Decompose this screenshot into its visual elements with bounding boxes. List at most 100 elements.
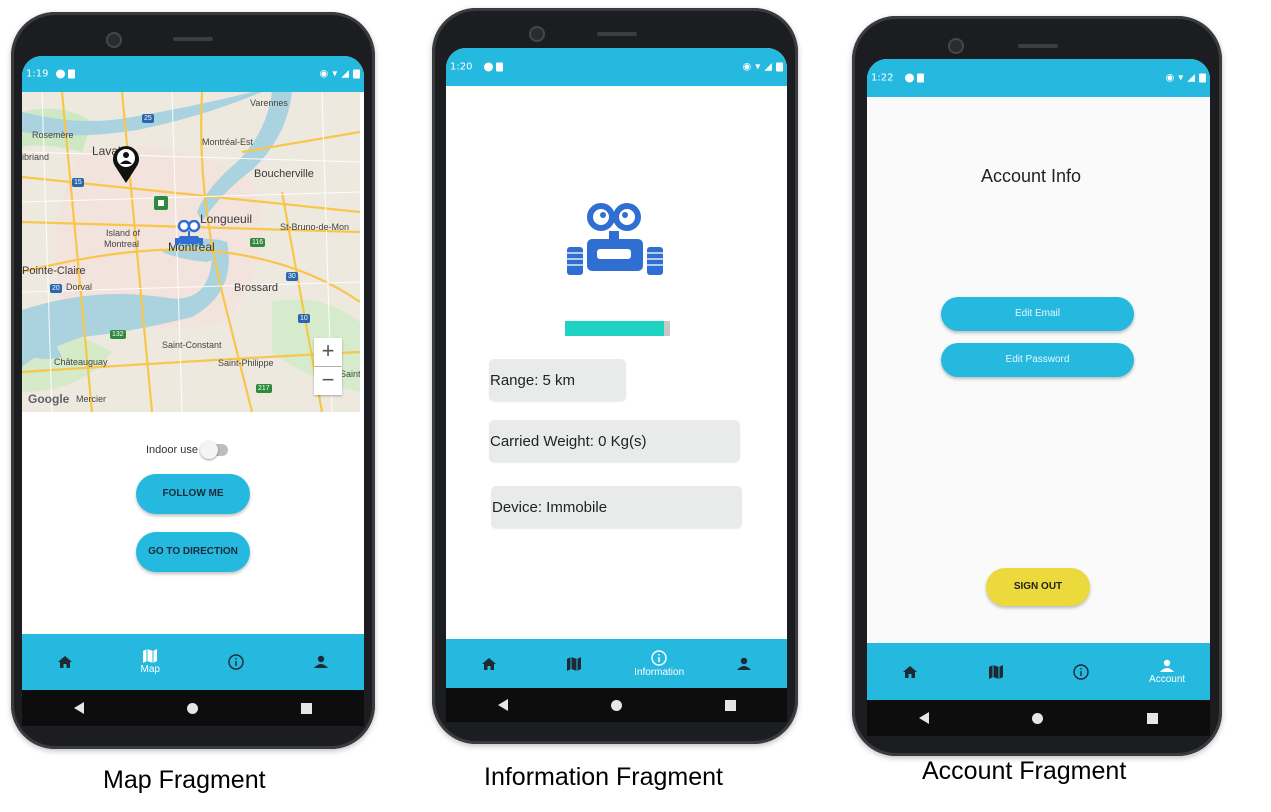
nav-home[interactable] bbox=[446, 639, 531, 688]
earpiece bbox=[1018, 44, 1058, 48]
status-time: 1:22 bbox=[871, 72, 894, 84]
zoom-out-button[interactable]: − bbox=[314, 367, 342, 395]
home-circle-icon[interactable] bbox=[186, 702, 198, 714]
camera-icon bbox=[529, 26, 545, 42]
status-right-icons: ◉ ▾ ◢ bbox=[320, 69, 360, 80]
location-icon: ◉ bbox=[742, 61, 752, 73]
battery-icon bbox=[1199, 73, 1206, 83]
sign-out-button[interactable]: SIGN OUT bbox=[986, 568, 1090, 606]
signal-icon: ◢ bbox=[341, 68, 349, 80]
carried-weight-text: Carried Weight: 0 Kg(s) bbox=[490, 432, 647, 450]
route-shield: 10 bbox=[298, 314, 310, 323]
indoor-use-switch[interactable] bbox=[199, 441, 228, 459]
nav-information[interactable]: Information bbox=[617, 639, 702, 688]
home-circle-icon[interactable] bbox=[610, 699, 622, 711]
edit-password-button[interactable]: Edit Password bbox=[941, 343, 1134, 377]
nav-account[interactable] bbox=[279, 634, 365, 690]
bottom-navigation: Account bbox=[867, 643, 1210, 700]
bottom-navigation: Map bbox=[22, 634, 364, 690]
map-label-rosemere: Rosemère bbox=[32, 130, 74, 140]
zoom-in-button[interactable]: + bbox=[314, 338, 342, 366]
map-label-mercier: Mercier bbox=[76, 394, 107, 404]
sd-card-icon bbox=[496, 62, 503, 72]
nav-map[interactable]: Map bbox=[108, 634, 194, 690]
nav-map-label: Map bbox=[140, 664, 160, 675]
map-label-boucherville: Boucherville bbox=[254, 168, 314, 180]
status-time: 1:19 bbox=[26, 68, 49, 80]
indoor-toggle-row: Indoor use bbox=[146, 441, 228, 459]
notification-icons bbox=[905, 73, 924, 83]
status-right-icons: ◉ ▾ ◢ bbox=[743, 62, 783, 73]
back-icon[interactable] bbox=[497, 699, 508, 711]
location-icon: ◉ bbox=[319, 68, 329, 80]
recents-icon[interactable] bbox=[301, 702, 313, 714]
nav-information[interactable] bbox=[1039, 643, 1125, 700]
bottom-navigation: Information bbox=[446, 639, 787, 688]
google-logo: Google bbox=[28, 392, 70, 406]
map-label-saint: Saint- bbox=[340, 369, 360, 379]
map-label-brossard: Brossard bbox=[234, 282, 279, 294]
home-circle-icon[interactable] bbox=[1032, 712, 1044, 724]
nav-information[interactable] bbox=[193, 634, 279, 690]
nav-map[interactable] bbox=[953, 643, 1039, 700]
person-icon bbox=[314, 655, 329, 668]
go-to-direction-button[interactable]: GO TO DIRECTION bbox=[136, 532, 250, 572]
map-label-saint-constant: Saint-Constant bbox=[162, 340, 222, 350]
map-label-briand: ibriand bbox=[22, 152, 50, 162]
follow-me-button[interactable]: FOLLOW ME bbox=[136, 474, 250, 514]
account-screen: 1:22 ◉ ▾ ◢ Account Info Edit Email Edit … bbox=[867, 59, 1210, 700]
caption-information-fragment: Information Fragment bbox=[484, 763, 723, 791]
user-location-marker-icon[interactable] bbox=[111, 144, 141, 184]
phone-account: 1:22 ◉ ▾ ◢ Account Info Edit Email Edit … bbox=[852, 16, 1222, 756]
map-label-longueuil: Longueuil bbox=[200, 212, 253, 226]
wifi-icon: ▾ bbox=[332, 68, 338, 80]
signal-icon: ◢ bbox=[764, 61, 772, 73]
map-label-island-2: Montreal bbox=[104, 239, 140, 249]
account-info-title: Account Info bbox=[981, 166, 1082, 186]
sd-card-icon bbox=[917, 73, 924, 83]
map-label-st-bruno: St-Bruno-de-Mon bbox=[280, 222, 350, 232]
map-icon bbox=[143, 649, 158, 663]
back-icon[interactable] bbox=[73, 702, 84, 714]
edit-email-button[interactable]: Edit Email bbox=[941, 297, 1134, 331]
info-icon bbox=[651, 649, 667, 666]
google-map[interactable]: Varennes Rosemère Laval ibriand Montréal… bbox=[22, 92, 360, 412]
progress-bar bbox=[565, 321, 670, 336]
information-screen: 1:20 ◉ ▾ ◢ Range: 5 km Carried Weight: 0… bbox=[446, 48, 787, 688]
nav-account[interactable] bbox=[702, 639, 787, 688]
status-right-icons: ◉ ▾ ◢ bbox=[1166, 73, 1206, 84]
route-shield: 20 bbox=[50, 284, 62, 293]
route-shield: 30 bbox=[286, 272, 298, 281]
map-label-varennes: Varennes bbox=[250, 98, 288, 108]
caption-account-fragment: Account Fragment bbox=[922, 757, 1127, 785]
caption-map-fragment: Map Fragment bbox=[103, 766, 266, 794]
earpiece bbox=[597, 32, 637, 36]
recents-icon[interactable] bbox=[724, 699, 736, 711]
route-shield: 116 bbox=[250, 238, 266, 247]
location-icon: ◉ bbox=[1165, 72, 1175, 84]
map-label-chateauguay: Châteauguay bbox=[54, 357, 108, 367]
notification-icon bbox=[484, 62, 493, 72]
phone-information: 1:20 ◉ ▾ ◢ Range: 5 km Carried Weight: 0… bbox=[432, 8, 798, 744]
status-bar: 1:20 ◉ ▾ ◢ bbox=[446, 48, 787, 86]
home-icon bbox=[57, 656, 72, 668]
recents-icon[interactable] bbox=[1147, 712, 1159, 724]
route-shield: 217 bbox=[256, 384, 272, 393]
map-label-dorval: Dorval bbox=[66, 282, 93, 292]
nav-account[interactable]: Account bbox=[1124, 643, 1210, 700]
battery-icon bbox=[776, 62, 783, 72]
route-shield: 25 bbox=[142, 114, 154, 123]
phone-map: 1:19 ◉ ▾ ◢ Varennes Rosemère Laval ibria… bbox=[11, 12, 375, 749]
back-icon[interactable] bbox=[918, 712, 929, 724]
nav-home[interactable] bbox=[22, 634, 108, 690]
map-label-saint-philippe: Saint-Philippe bbox=[218, 358, 274, 368]
route-shield: 15 bbox=[72, 178, 84, 187]
status-bar: 1:19 ◉ ▾ ◢ bbox=[22, 56, 364, 92]
map-screen: 1:19 ◉ ▾ ◢ Varennes Rosemère Laval ibria… bbox=[22, 56, 364, 690]
wifi-icon: ▾ bbox=[755, 61, 761, 73]
nav-home[interactable] bbox=[867, 643, 953, 700]
notification-icons bbox=[56, 69, 75, 79]
nav-map[interactable] bbox=[531, 639, 616, 688]
notification-icon bbox=[905, 73, 914, 83]
robot-marker-icon[interactable] bbox=[174, 220, 204, 250]
